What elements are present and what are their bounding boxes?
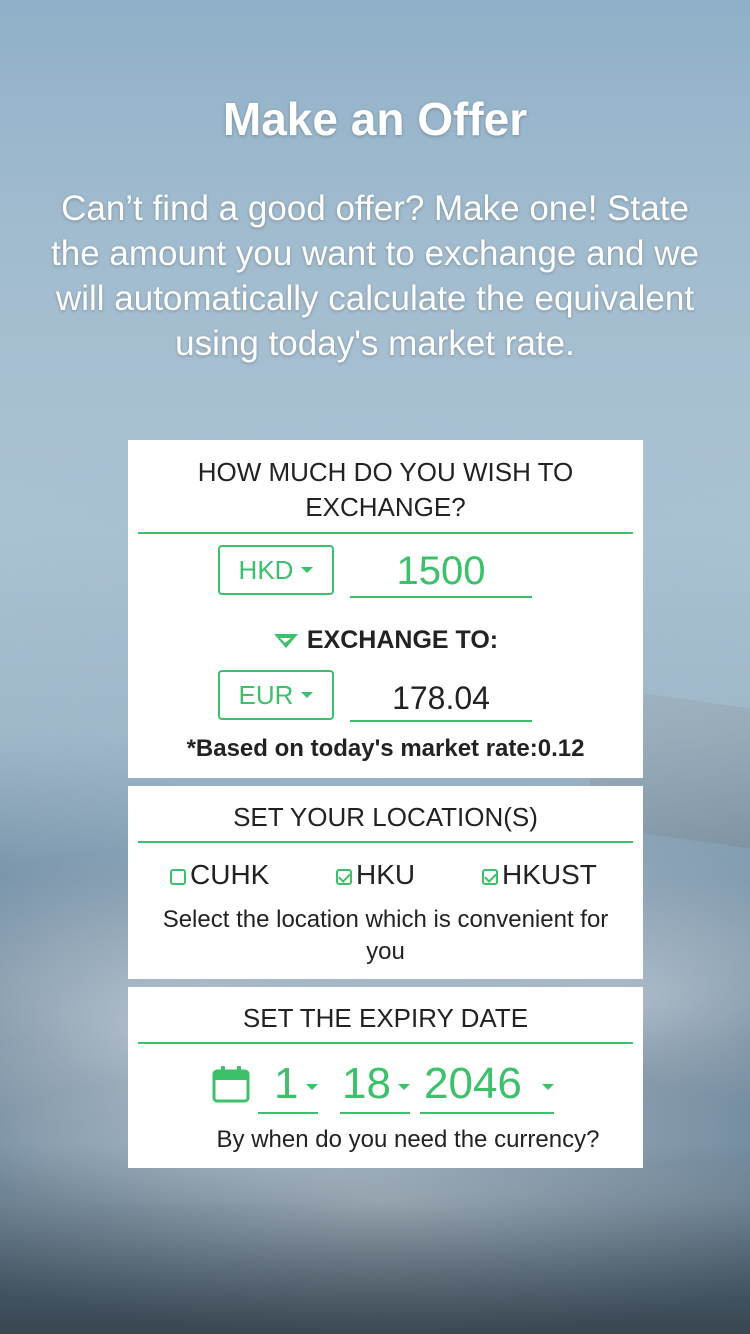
calendar-icon — [212, 1066, 250, 1103]
expiry-section-title: SET THE EXPIRY DATE — [138, 987, 633, 1044]
exchange-section-title: HOW MUCH DO YOU WISH TO EXCHANGE? — [138, 440, 633, 534]
chevron-down-icon — [301, 692, 314, 698]
exchange-to-label: EXCHANGE TO: — [306, 626, 499, 654]
checkbox-checked-icon[interactable] — [336, 868, 352, 885]
location-hint: Select the location which is convenient … — [162, 906, 609, 965]
location-option-label: HKU — [356, 859, 416, 890]
location-section-title: SET YOUR LOCATION(S) — [138, 786, 633, 843]
location-option-label: HKUST — [502, 859, 597, 890]
location-option-hkust[interactable]: HKUST — [482, 859, 597, 891]
page-description: Can’t find a good offer? Make one! State… — [51, 189, 699, 363]
location-option-label: CUHK — [190, 859, 270, 890]
from-currency-select[interactable]: HKD — [218, 545, 334, 595]
expiry-day-select[interactable]: 18 — [340, 1058, 410, 1114]
to-currency-select[interactable]: EUR — [218, 670, 334, 720]
expiry-card: SET THE EXPIRY DATE 1 18 2046 By when do… — [128, 987, 643, 1168]
rate-note: *Based on today's market rate:0.12 — [186, 735, 585, 762]
exchange-to-row: EXCHANGE TO: — [128, 626, 643, 655]
expiry-hint: By when do you need the currency? — [216, 1126, 600, 1153]
window-frame-background — [0, 1144, 750, 1334]
chevron-down-icon — [542, 1084, 554, 1090]
expiry-month-value: 1 — [274, 1059, 299, 1108]
location-option-cuhk[interactable]: CUHK — [170, 859, 269, 891]
expiry-day-value: 18 — [342, 1059, 391, 1108]
chevron-down-icon — [398, 1084, 410, 1090]
from-amount-input[interactable]: 1500 — [350, 544, 532, 598]
chevron-down-icon — [301, 567, 314, 573]
chevron-down-icon — [306, 1084, 318, 1090]
location-card: SET YOUR LOCATION(S) CUHK HKU HKUST Sele… — [128, 786, 643, 979]
send-icon — [273, 633, 298, 648]
from-currency-label: HKD — [238, 554, 294, 585]
page-title: Make an Offer — [222, 93, 528, 145]
to-currency-label: EUR — [238, 679, 294, 710]
checkbox-unchecked-icon[interactable] — [170, 868, 186, 885]
expiry-month-select[interactable]: 1 — [258, 1058, 318, 1114]
to-amount-value: 178.04 — [350, 674, 532, 722]
location-option-hku[interactable]: HKU — [336, 859, 415, 891]
checkbox-checked-icon[interactable] — [482, 868, 498, 885]
expiry-year-select[interactable]: 2046 — [420, 1058, 554, 1114]
exchange-card: HOW MUCH DO YOU WISH TO EXCHANGE? HKD 15… — [128, 440, 643, 778]
expiry-year-value: 2046 — [424, 1059, 522, 1108]
